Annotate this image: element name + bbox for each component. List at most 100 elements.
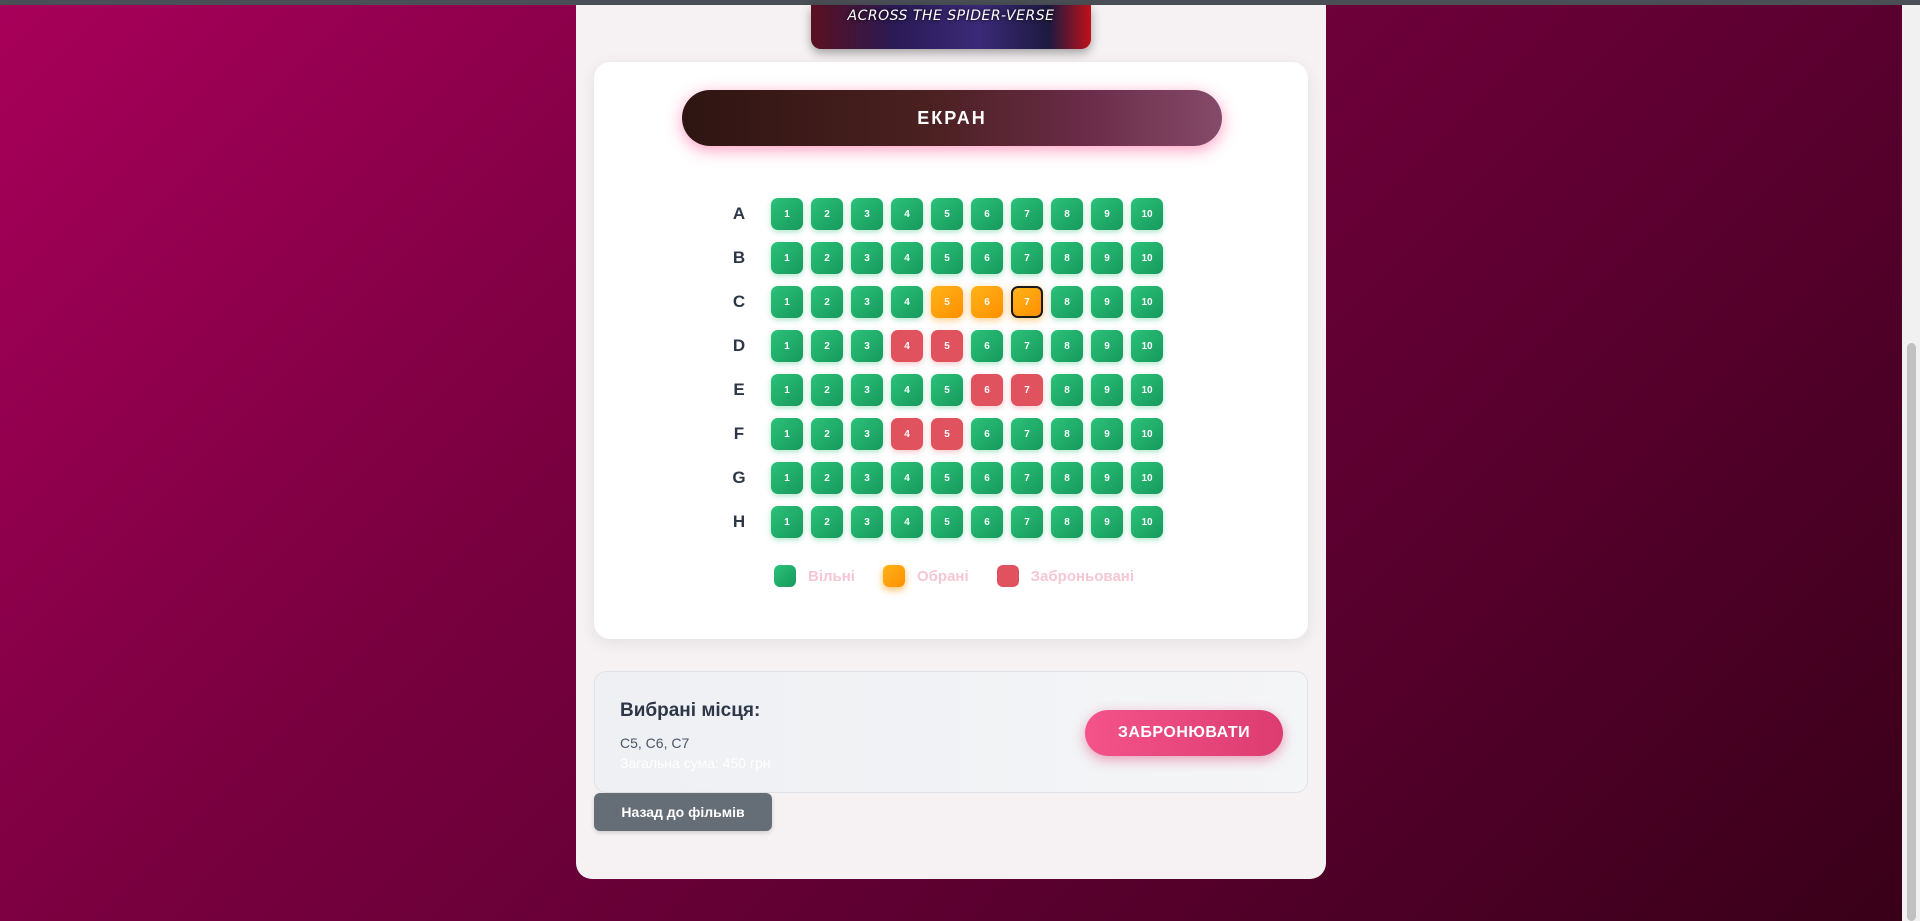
- seat-d3[interactable]: 3: [851, 330, 883, 362]
- seat-f7[interactable]: 7: [1011, 418, 1043, 450]
- seat-c6[interactable]: 6: [971, 286, 1003, 318]
- seat-f5: 5: [931, 418, 963, 450]
- seat-h1[interactable]: 1: [771, 506, 803, 538]
- total-price: Загальна сума: 450 грн: [620, 755, 771, 771]
- seat-d7[interactable]: 7: [1011, 330, 1043, 362]
- seat-g4[interactable]: 4: [891, 462, 923, 494]
- seat-f6[interactable]: 6: [971, 418, 1003, 450]
- seat-d2[interactable]: 2: [811, 330, 843, 362]
- seat-a5[interactable]: 5: [931, 198, 963, 230]
- seat-c8[interactable]: 8: [1051, 286, 1083, 318]
- back-to-movies-button[interactable]: Назад до фільмів: [594, 793, 772, 831]
- seat-b8[interactable]: 8: [1051, 242, 1083, 274]
- seat-e5[interactable]: 5: [931, 374, 963, 406]
- seat-h10[interactable]: 10: [1131, 506, 1163, 538]
- seat-g9[interactable]: 9: [1091, 462, 1123, 494]
- seat-a8[interactable]: 8: [1051, 198, 1083, 230]
- seat-c3[interactable]: 3: [851, 286, 883, 318]
- seat-b2[interactable]: 2: [811, 242, 843, 274]
- seat-e2[interactable]: 2: [811, 374, 843, 406]
- seat-a1[interactable]: 1: [771, 198, 803, 230]
- seat-d10[interactable]: 10: [1131, 330, 1163, 362]
- seat-h5[interactable]: 5: [931, 506, 963, 538]
- seat-c7[interactable]: 7: [1011, 286, 1043, 318]
- seat-h9[interactable]: 9: [1091, 506, 1123, 538]
- seat-e1[interactable]: 1: [771, 374, 803, 406]
- legend-selected-swatch: [882, 565, 905, 587]
- seat-f1[interactable]: 1: [771, 418, 803, 450]
- seat-a7[interactable]: 7: [1011, 198, 1043, 230]
- seat-g10[interactable]: 10: [1131, 462, 1163, 494]
- seat-row: B 1 2 3 4 5 6 7 8 9 10: [729, 236, 1171, 280]
- seat-f9[interactable]: 9: [1091, 418, 1123, 450]
- seat-f8[interactable]: 8: [1051, 418, 1083, 450]
- seat-a10[interactable]: 10: [1131, 198, 1163, 230]
- row-label: C: [732, 292, 746, 311]
- legend-free-swatch: [774, 565, 796, 587]
- seat-e3[interactable]: 3: [851, 374, 883, 406]
- seat-a9[interactable]: 9: [1091, 198, 1123, 230]
- seat-c9[interactable]: 9: [1091, 286, 1123, 318]
- seat-c2[interactable]: 2: [811, 286, 843, 318]
- seat-b1[interactable]: 1: [771, 242, 803, 274]
- seat-a6[interactable]: 6: [971, 198, 1003, 230]
- seat-b9[interactable]: 9: [1091, 242, 1123, 274]
- seat-c5[interactable]: 5: [931, 286, 963, 318]
- scrollbar[interactable]: [1902, 5, 1920, 921]
- seat-g1[interactable]: 1: [771, 462, 803, 494]
- seat-b3[interactable]: 3: [851, 242, 883, 274]
- legend-booked-label: Заброньовані: [1030, 567, 1135, 585]
- seat-f2[interactable]: 2: [811, 418, 843, 450]
- seat-h8[interactable]: 8: [1051, 506, 1083, 538]
- seat-f3[interactable]: 3: [851, 418, 883, 450]
- row-label: H: [732, 512, 746, 531]
- seat-b4[interactable]: 4: [891, 242, 923, 274]
- seat-row: C 1 2 3 4 5 6 7 8 9 10: [729, 280, 1171, 324]
- seat-a4[interactable]: 4: [891, 198, 923, 230]
- row-label: F: [733, 424, 745, 443]
- seat-h7[interactable]: 7: [1011, 506, 1043, 538]
- seat-e6: 6: [971, 374, 1003, 406]
- seat-b6[interactable]: 6: [971, 242, 1003, 274]
- seat-h6[interactable]: 6: [971, 506, 1003, 538]
- seat-e10[interactable]: 10: [1131, 374, 1163, 406]
- book-button[interactable]: ЗАБРОНЮВАТИ: [1085, 710, 1283, 756]
- seat-d5: 5: [931, 330, 963, 362]
- seat-row: H 1 2 3 4 5 6 7 8 9 10: [729, 500, 1171, 544]
- seat-c10[interactable]: 10: [1131, 286, 1163, 318]
- seat-c4[interactable]: 4: [891, 286, 923, 318]
- seat-b5[interactable]: 5: [931, 242, 963, 274]
- seat-g7[interactable]: 7: [1011, 462, 1043, 494]
- seat-e9[interactable]: 9: [1091, 374, 1123, 406]
- seat-g8[interactable]: 8: [1051, 462, 1083, 494]
- seat-d8[interactable]: 8: [1051, 330, 1083, 362]
- row-label: B: [732, 248, 746, 267]
- seat-c1[interactable]: 1: [771, 286, 803, 318]
- legend-free-label: Вільні: [808, 567, 855, 585]
- seat-g3[interactable]: 3: [851, 462, 883, 494]
- row-label: E: [733, 380, 745, 399]
- seat-b7[interactable]: 7: [1011, 242, 1043, 274]
- seat-row: G 1 2 3 4 5 6 7 8 9 10: [729, 456, 1171, 500]
- seat-h3[interactable]: 3: [851, 506, 883, 538]
- legend-item-booked: Заброньовані: [996, 565, 1135, 587]
- seat-a2[interactable]: 2: [811, 198, 843, 230]
- scrollbar-thumb[interactable]: [1907, 343, 1916, 921]
- seat-row: E 1 2 3 4 5 6 7 8 9 10: [729, 368, 1171, 412]
- seat-g5[interactable]: 5: [931, 462, 963, 494]
- seat-g6[interactable]: 6: [971, 462, 1003, 494]
- seat-f10[interactable]: 10: [1131, 418, 1163, 450]
- seat-d1[interactable]: 1: [771, 330, 803, 362]
- seat-d6[interactable]: 6: [971, 330, 1003, 362]
- seat-b10[interactable]: 10: [1131, 242, 1163, 274]
- seat-e8[interactable]: 8: [1051, 374, 1083, 406]
- seat-a3[interactable]: 3: [851, 198, 883, 230]
- seat-g2[interactable]: 2: [811, 462, 843, 494]
- cinema-screen: ЕКРАН: [682, 90, 1222, 146]
- seat-d4: 4: [891, 330, 923, 362]
- seat-h4[interactable]: 4: [891, 506, 923, 538]
- seat-e4[interactable]: 4: [891, 374, 923, 406]
- seat-grid: A 1 2 3 4 5 6 7 8 9 10 B 1 2 3 4 5 6 7 8 9 10 C 1 2 3 4 5 6 7 8 9 10 D 1 2 3…: [729, 192, 1171, 544]
- seat-h2[interactable]: 2: [811, 506, 843, 538]
- seat-d9[interactable]: 9: [1091, 330, 1123, 362]
